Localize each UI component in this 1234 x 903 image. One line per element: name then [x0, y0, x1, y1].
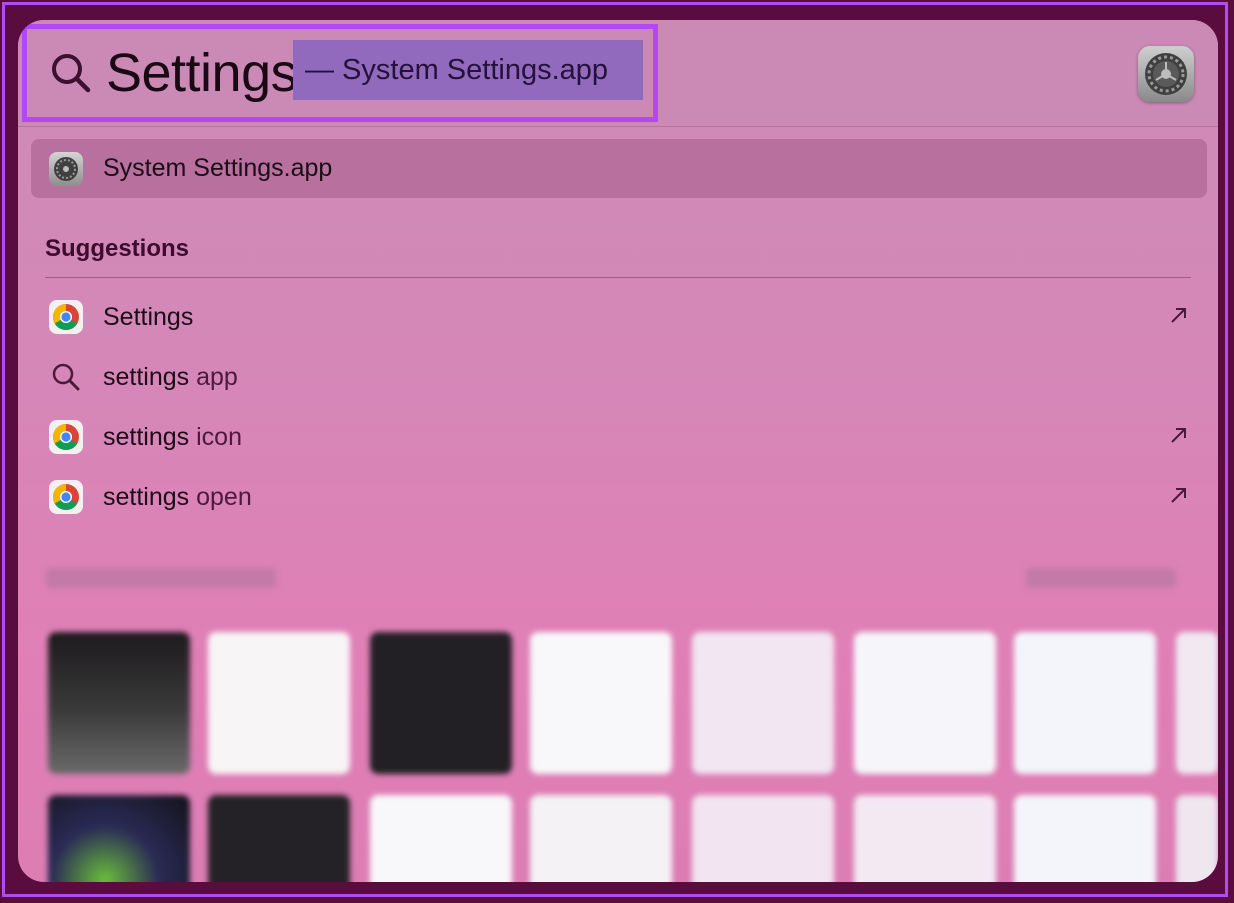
chrome-icon	[49, 480, 83, 514]
open-arrow-icon[interactable]	[1168, 484, 1190, 506]
photo-thumbnail[interactable]	[370, 795, 512, 882]
photo-thumbnail[interactable]	[370, 632, 512, 774]
blurred-show-more	[1026, 568, 1176, 588]
photo-thumbnail[interactable]	[692, 795, 834, 882]
photo-thumbnail[interactable]	[854, 795, 996, 882]
photo-thumbnail[interactable]	[208, 632, 350, 774]
system-settings-app-icon	[1138, 46, 1194, 102]
blurred-section-heading	[46, 568, 276, 588]
annotation-highlight-box	[22, 24, 658, 122]
photo-thumbnail[interactable]	[1014, 795, 1156, 882]
photo-thumbnail[interactable]	[48, 795, 190, 882]
suggestions-heading: Suggestions	[45, 235, 190, 262]
open-arrow-icon[interactable]	[1168, 424, 1190, 446]
suggestion-row[interactable]: settings icon	[18, 410, 1218, 466]
suggestion-row[interactable]: Settings	[18, 290, 1218, 346]
photo-thumbnail[interactable]	[1176, 632, 1218, 774]
photo-thumbnail[interactable]	[854, 632, 996, 774]
suggestion-label: settings app	[103, 363, 238, 391]
blurred-photos-section	[18, 550, 1218, 882]
photo-thumbnail[interactable]	[208, 795, 350, 882]
chrome-icon	[49, 300, 83, 334]
photo-thumbnail[interactable]	[530, 795, 672, 882]
suggestion-row[interactable]: settings open	[18, 470, 1218, 526]
section-divider	[45, 277, 1191, 278]
photo-thumbnail[interactable]	[530, 632, 672, 774]
top-hit-label: System Settings.app	[103, 154, 333, 182]
top-hit-row[interactable]: System Settings.app	[31, 139, 1207, 198]
chrome-icon	[49, 420, 83, 454]
gear-icon	[54, 157, 78, 181]
open-arrow-icon[interactable]	[1168, 304, 1190, 326]
suggestion-label: settings icon	[103, 423, 242, 451]
photo-thumbnail[interactable]	[1176, 795, 1218, 882]
suggestion-row[interactable]: settings app	[18, 350, 1218, 406]
photo-thumbnail[interactable]	[48, 632, 190, 774]
system-settings-small-icon	[49, 152, 83, 186]
photo-thumbnail[interactable]	[692, 632, 834, 774]
spotlight-panel: Settings — System Settings.app System Se…	[18, 20, 1218, 882]
gear-icon	[1145, 53, 1187, 95]
photo-thumbnail[interactable]	[1014, 632, 1156, 774]
suggestion-label: settings open	[103, 483, 252, 511]
suggestion-label: Settings	[103, 303, 194, 331]
search-icon	[52, 363, 80, 391]
